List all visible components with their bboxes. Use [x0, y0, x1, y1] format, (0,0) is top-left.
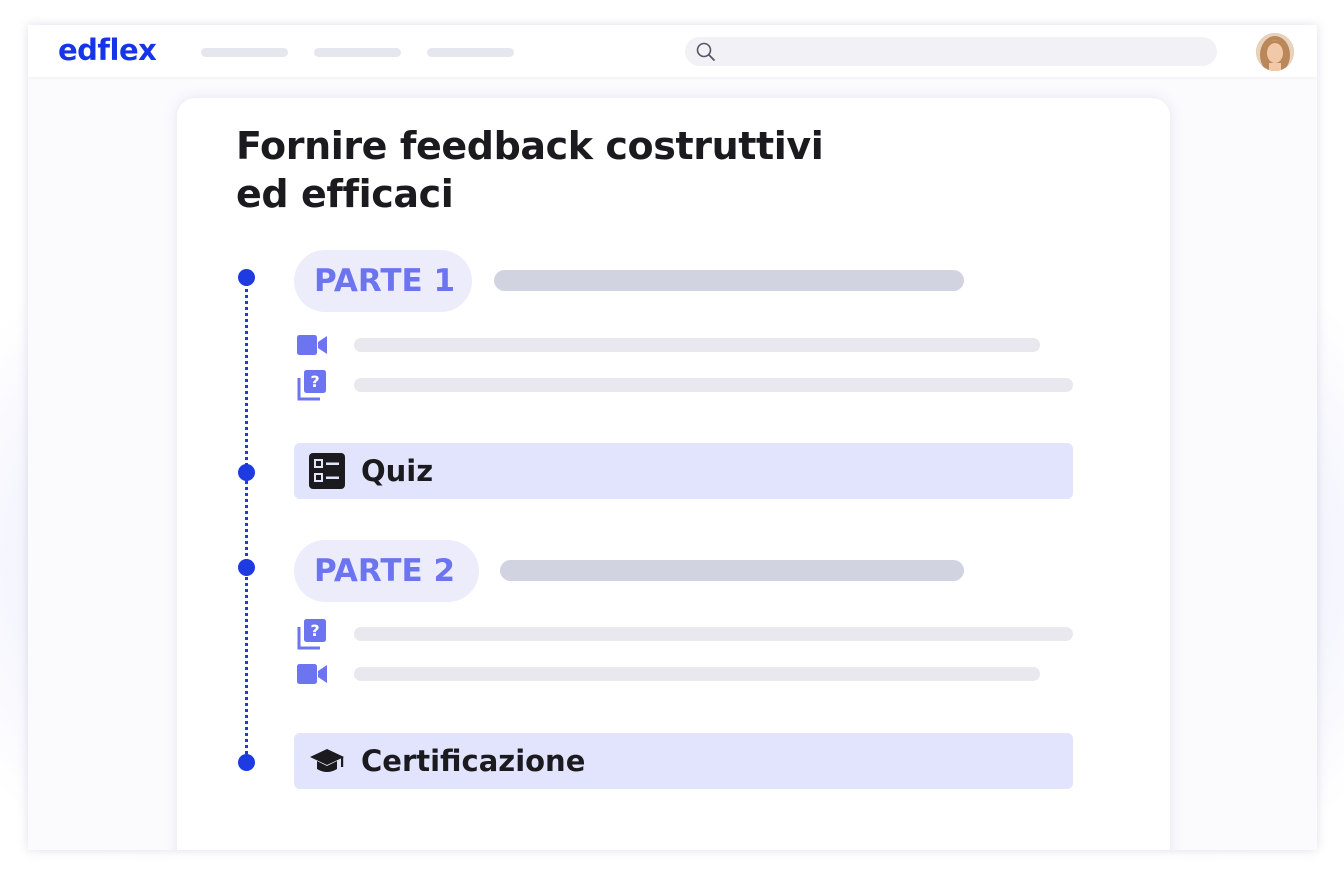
timeline-dot-parte-2 [238, 559, 255, 576]
lesson-placeholder-3[interactable] [354, 627, 1073, 641]
section-title-placeholder-1 [494, 270, 964, 291]
timeline-dot-quiz [238, 464, 255, 481]
lesson-placeholder-4[interactable] [354, 667, 1040, 681]
quiz-step-bar[interactable]: Quiz [294, 443, 1073, 499]
graduation-cap-icon [310, 749, 344, 772]
lesson-placeholder-1[interactable] [354, 338, 1040, 352]
timeline-line [245, 278, 248, 766]
nav-link-placeholder-2[interactable] [314, 48, 401, 57]
section-label-parte-1[interactable]: PARTE 1 [294, 250, 472, 312]
avatar-portrait-icon [1256, 33, 1294, 71]
user-avatar[interactable] [1256, 33, 1294, 71]
svg-text:?: ? [310, 621, 319, 640]
nav-link-placeholder-3[interactable] [427, 48, 514, 57]
timeline-dot-certificazione [238, 754, 255, 771]
quiz-list-icon [309, 453, 345, 489]
certification-step-bar[interactable]: Certificazione [294, 733, 1073, 789]
timeline-dot-parte-1 [238, 269, 255, 286]
quiz-question-icon[interactable]: ? [296, 369, 328, 401]
search-input[interactable] [685, 37, 1217, 66]
edflex-logo[interactable]: edflex [58, 33, 157, 67]
section-label-parte-2[interactable]: PARTE 2 [294, 540, 479, 602]
search-icon [696, 42, 715, 61]
nav-link-placeholder-1[interactable] [201, 48, 288, 57]
quiz-question-icon[interactable]: ? [296, 618, 328, 650]
lesson-placeholder-2[interactable] [354, 378, 1073, 392]
certification-label: Certificazione [361, 744, 586, 778]
quiz-label: Quiz [361, 454, 434, 488]
app-window: edflex Fornire feedback costruttivi ed e… [28, 25, 1317, 850]
section-title-placeholder-2 [500, 560, 964, 581]
svg-text:?: ? [310, 372, 319, 391]
video-icon[interactable] [296, 658, 328, 690]
course-title: Fornire feedback costruttivi ed efficaci [236, 124, 824, 216]
course-outline-card: Fornire feedback costruttivi ed efficaci… [177, 98, 1170, 850]
video-icon[interactable] [296, 329, 328, 361]
top-navigation-bar: edflex [28, 25, 1317, 77]
